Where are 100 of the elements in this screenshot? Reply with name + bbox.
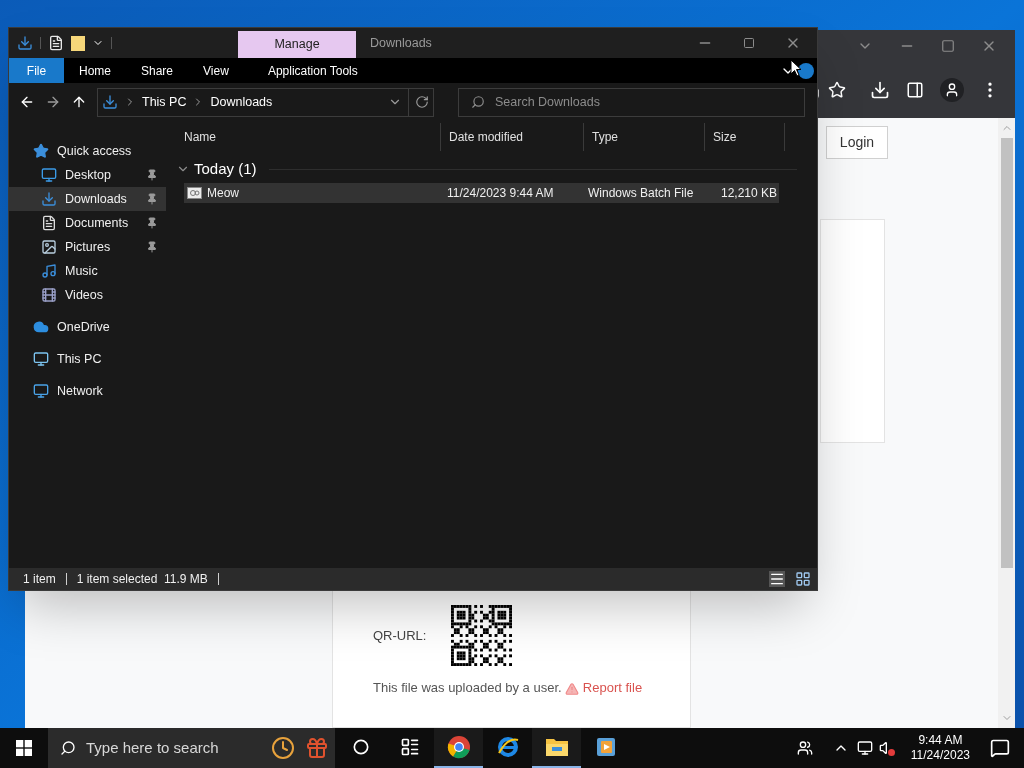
film-icon xyxy=(41,287,57,303)
address-bar[interactable]: This PC Downloads xyxy=(97,87,434,117)
qr-code xyxy=(451,605,513,666)
nav-label: This PC xyxy=(57,350,103,368)
music-icon xyxy=(41,263,57,279)
download-icon xyxy=(41,191,57,207)
cortana-icon xyxy=(352,739,369,755)
windows-start-icon[interactable] xyxy=(16,740,32,756)
picture-icon xyxy=(41,239,57,255)
file-tab[interactable]: File xyxy=(9,58,64,83)
search-icon xyxy=(471,95,485,109)
context-tab-header: Manage xyxy=(238,31,356,58)
up-icon[interactable] xyxy=(71,94,87,110)
taskbar-search-field[interactable]: Type here to search xyxy=(48,728,335,768)
download-icon[interactable] xyxy=(870,80,890,100)
nav-label: Quick access xyxy=(57,142,133,160)
nav-item[interactable]: Documents xyxy=(9,211,166,235)
taskbar-app[interactable] xyxy=(532,728,581,768)
nav-item[interactable]: Desktop xyxy=(9,163,166,187)
ribbon-tab[interactable]: Application Tools xyxy=(253,58,372,83)
task-view-icon xyxy=(399,737,420,757)
ribbon-tab[interactable]: View xyxy=(188,58,244,83)
column-header[interactable]: Type xyxy=(584,123,705,151)
date-text: 11/24/2023 xyxy=(910,748,970,763)
maximize-icon[interactable] xyxy=(941,39,955,53)
search-input[interactable]: Search Downloads xyxy=(495,92,792,112)
file-row[interactable]: Meow 11/24/2023 9:44 AM Windows Batch File 12,210 KB xyxy=(184,183,779,203)
nav-item[interactable]: Downloads xyxy=(9,187,166,211)
taskbar-search-input[interactable]: Type here to search xyxy=(86,736,261,760)
side-panel-icon[interactable] xyxy=(906,81,924,99)
network-icon[interactable] xyxy=(856,740,873,756)
download-icon[interactable] xyxy=(17,35,33,51)
login-button[interactable]: Login xyxy=(826,126,888,159)
warning-icon xyxy=(565,681,580,696)
qr-label: QR-URL: xyxy=(373,626,427,645)
media-player-icon xyxy=(594,736,617,758)
chrome-icon xyxy=(446,735,471,759)
nav-label: Network xyxy=(57,382,104,400)
file-name: Meow xyxy=(207,185,239,202)
back-icon[interactable] xyxy=(19,94,35,110)
nav-label: Documents xyxy=(65,214,130,232)
nav-item[interactable]: Quick access xyxy=(9,139,166,163)
gift-icon[interactable] xyxy=(305,736,329,760)
nav-label: Downloads xyxy=(65,190,128,208)
nav-item[interactable]: OneDrive xyxy=(9,315,166,339)
nav-label: Music xyxy=(65,262,99,280)
size-cell-text: 12,210 KB xyxy=(719,185,778,202)
alarm-clock-icon[interactable] xyxy=(271,736,295,760)
group-header[interactable]: Today (1) xyxy=(194,157,257,181)
nav-item[interactable]: Videos xyxy=(9,283,166,307)
nav-label: OneDrive xyxy=(57,318,111,336)
search-icon xyxy=(60,740,76,756)
help-icon[interactable] xyxy=(798,62,814,79)
star-icon xyxy=(33,143,49,159)
upload-note: This file was uploaded by a user. Report file xyxy=(373,679,644,698)
type-cell-text: Windows Batch File xyxy=(587,185,695,202)
status-text: 1 item xyxy=(23,571,56,588)
window-title: Downloads xyxy=(370,34,433,52)
scroll-thumb[interactable] xyxy=(1000,138,1013,568)
breadcrumb[interactable]: This PC xyxy=(142,92,187,112)
notifications-icon[interactable] xyxy=(990,738,1010,758)
bookmark-star-icon[interactable] xyxy=(828,81,846,99)
refresh-icon[interactable] xyxy=(415,95,429,109)
nav-label: Desktop xyxy=(65,166,112,184)
clock[interactable]: 9:44 AM 11/24/2023 xyxy=(904,733,976,763)
tiles-view-icon[interactable] xyxy=(795,571,811,587)
maximize-icon[interactable] xyxy=(743,37,755,49)
nav-item[interactable]: Music xyxy=(9,259,166,283)
people-icon[interactable] xyxy=(796,740,813,756)
network-icon xyxy=(33,383,49,399)
date-cell-text: 11/24/2023 9:44 AM xyxy=(446,185,555,202)
report-link[interactable]: Report file xyxy=(582,680,643,695)
time-text: 9:44 AM xyxy=(918,733,963,748)
computer-icon xyxy=(33,351,49,367)
cloud-icon xyxy=(33,319,49,335)
forward-icon[interactable] xyxy=(45,94,61,110)
column-header[interactable]: Date modified xyxy=(441,123,584,151)
nav-item[interactable]: Pictures xyxy=(9,235,166,259)
desktop-icon xyxy=(41,167,57,183)
nav-item[interactable]: This PC xyxy=(9,347,166,371)
download-icon xyxy=(102,94,118,110)
ribbon-tab[interactable]: Share xyxy=(126,58,189,83)
properties-icon[interactable] xyxy=(48,35,64,51)
gears-file-icon xyxy=(187,187,202,199)
column-header[interactable]: Size xyxy=(705,123,785,151)
search-field[interactable]: Search Downloads xyxy=(458,87,805,117)
ribbon-tab[interactable]: Home xyxy=(64,58,126,83)
status-text: 1 item selected 11.9 MB xyxy=(76,571,208,588)
speaker-icon[interactable] xyxy=(878,740,895,756)
breadcrumb[interactable]: Downloads xyxy=(210,92,273,112)
document-icon xyxy=(41,215,57,231)
folder-icon xyxy=(544,736,569,758)
taskbar-app[interactable] xyxy=(434,728,483,768)
nav-label: Pictures xyxy=(65,238,112,256)
details-view-icon[interactable] xyxy=(769,571,785,587)
column-header[interactable]: Name xyxy=(176,123,441,151)
nav-item[interactable]: Network xyxy=(9,379,166,403)
profile-icon[interactable] xyxy=(940,78,964,102)
nav-label: Videos xyxy=(65,286,104,304)
folder-icon[interactable] xyxy=(71,35,85,51)
